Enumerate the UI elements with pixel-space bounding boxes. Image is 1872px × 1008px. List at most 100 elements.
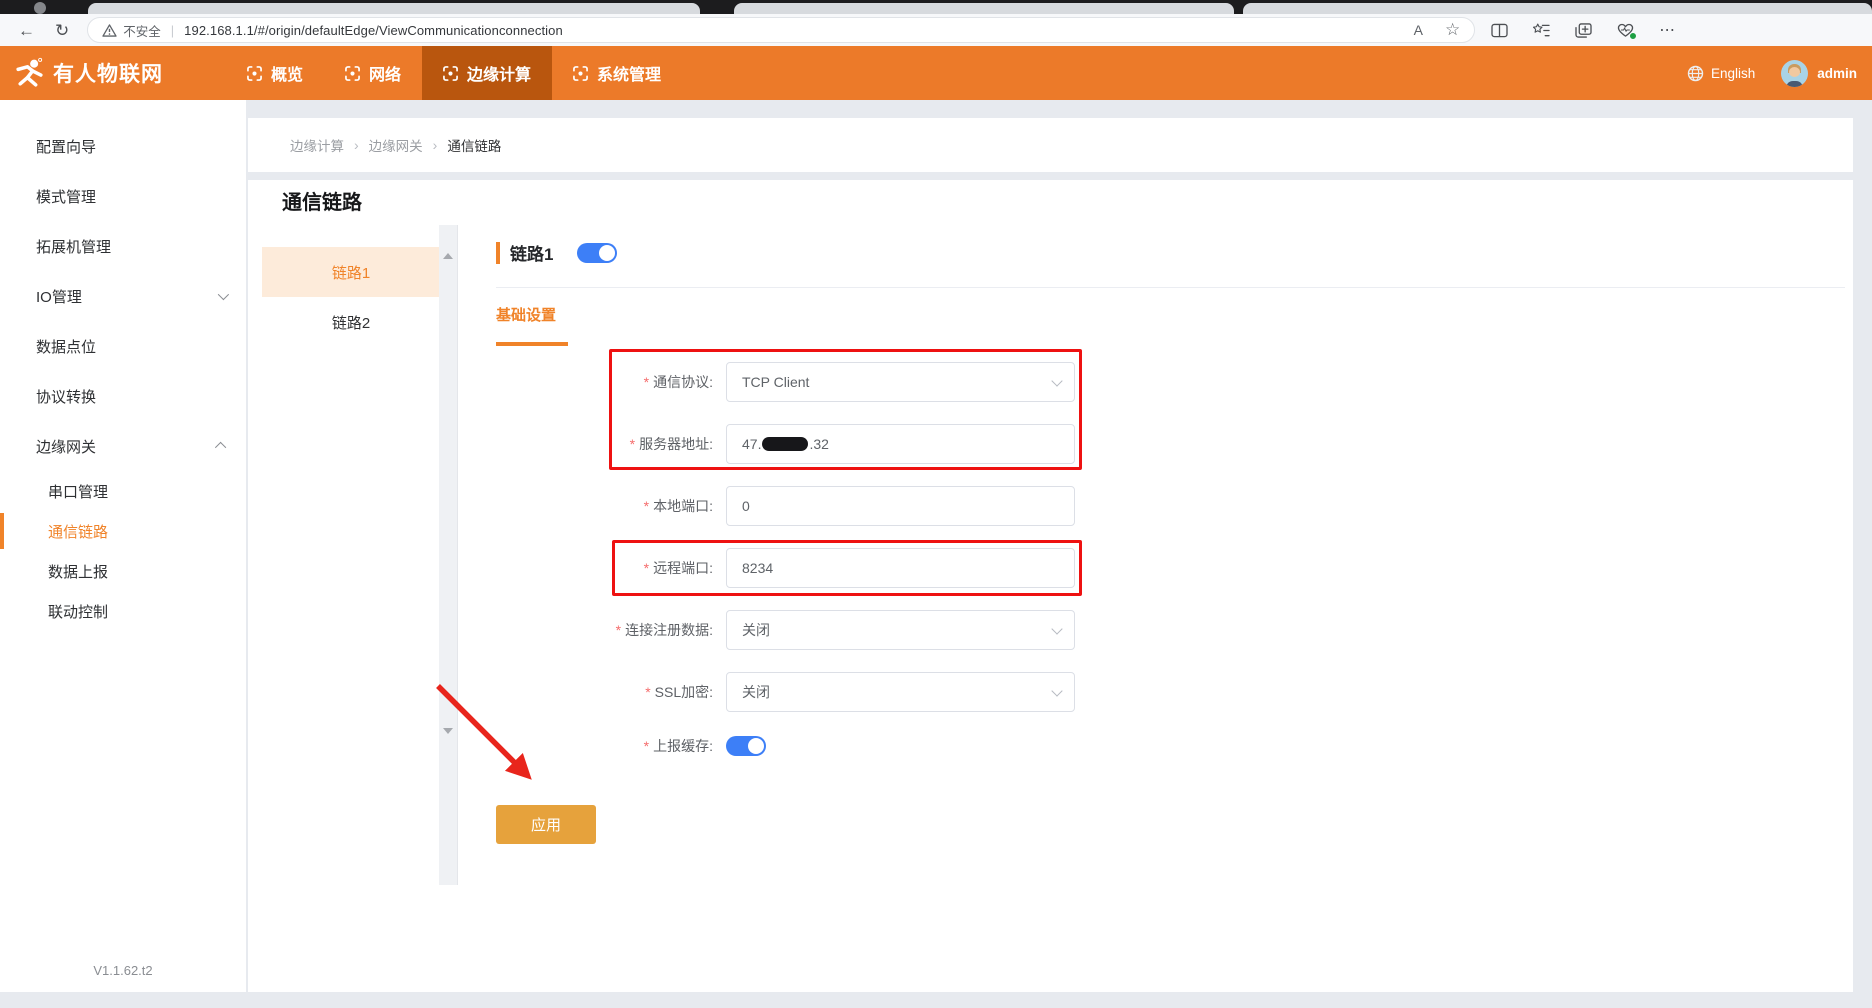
breadcrumb-item[interactable]: 边缘网关	[369, 135, 423, 155]
browser-tab[interactable]	[88, 3, 700, 14]
browser-tab[interactable]	[734, 3, 1234, 14]
required-marker: *	[644, 498, 649, 514]
apply-button[interactable]: 应用	[496, 805, 596, 844]
scroll-up-icon[interactable]	[443, 253, 453, 259]
required-marker: *	[644, 374, 649, 390]
field-label: *SSL加密:	[398, 672, 713, 712]
ssl-select[interactable]: 关闭	[726, 672, 1075, 712]
sidebar-item-label: 模式管理	[36, 186, 96, 207]
sidebar-item-label: 数据上报	[48, 561, 108, 582]
sidebar-item-config-wizard[interactable]: 配置向导	[0, 121, 246, 171]
back-icon[interactable]: ←	[18, 22, 35, 39]
tab-underline	[496, 342, 568, 346]
sidebar-item-communication-link[interactable]: 通信链路	[0, 511, 246, 551]
sidebar-item-expansion-management[interactable]: 拓展机管理	[0, 221, 246, 271]
masked-value-prefix: 47.	[742, 436, 761, 452]
list-item-label: 链路2	[332, 312, 370, 333]
nav-tab-edge-computing[interactable]: 边缘计算	[422, 46, 552, 100]
sidebar-item-label: 串口管理	[48, 481, 108, 502]
sidebar-item-label: 通信链路	[48, 521, 108, 542]
status-dot	[1629, 32, 1637, 40]
favorites-list-icon[interactable]	[1533, 23, 1550, 38]
field-label: *本地端口:	[398, 486, 713, 526]
security-label: 不安全	[123, 21, 161, 40]
list-item-link2[interactable]: 链路2	[262, 297, 440, 347]
sidebar-item-edge-gateway[interactable]: 边缘网关	[0, 421, 246, 471]
nav-tab-system[interactable]: 系统管理	[552, 46, 682, 100]
sidebar-item-data-points[interactable]: 数据点位	[0, 321, 246, 371]
language-label: English	[1711, 66, 1755, 81]
sidebar-item-mode-management[interactable]: 模式管理	[0, 171, 246, 221]
screen: ← ↻ 不安全 | 192.168.1.1/#/origin/defaultEd…	[0, 0, 1872, 1008]
tab-favicon-circle	[34, 2, 46, 14]
globe-icon	[1687, 65, 1704, 82]
breadcrumb: 边缘计算 › 边缘网关 › 通信链路	[248, 118, 1853, 172]
avatar[interactable]	[1781, 60, 1808, 87]
sidebar-item-data-report[interactable]: 数据上报	[0, 551, 246, 591]
field-row-ssl: *SSL加密: 关闭	[398, 672, 1098, 712]
field-label-text: SSL加密:	[655, 684, 713, 700]
nav-label: 系统管理	[597, 61, 661, 85]
address-bar[interactable]: 不安全 | 192.168.1.1/#/origin/defaultEdge/V…	[87, 17, 1475, 43]
input-value: 8234	[742, 560, 773, 576]
url-text[interactable]: 192.168.1.1/#/origin/defaultEdge/ViewCom…	[184, 23, 563, 38]
remote-port-input[interactable]: 8234	[726, 548, 1075, 588]
field-label-text: 本地端口:	[653, 498, 713, 514]
split-screen-icon[interactable]	[1491, 23, 1508, 38]
nav-tab-network[interactable]: 网络	[324, 46, 422, 100]
nav-label: 网络	[369, 61, 401, 85]
site-security[interactable]: 不安全	[102, 21, 161, 40]
select-value: 关闭	[742, 682, 770, 702]
breadcrumb-separator: ›	[433, 137, 438, 153]
avatar-body	[1786, 81, 1803, 87]
protocol-select[interactable]: TCP Client	[726, 362, 1075, 402]
chevron-down-icon	[1051, 685, 1062, 696]
accent-bar	[496, 242, 500, 264]
breadcrumb-item-current: 通信链路	[447, 135, 501, 155]
toggle-knob	[599, 245, 615, 261]
required-marker: *	[616, 622, 621, 638]
browser-essentials-icon[interactable]	[1617, 23, 1634, 38]
avatar-face	[1789, 67, 1800, 77]
toggle-knob	[748, 738, 764, 754]
viewfinder-icon	[573, 66, 588, 81]
sidebar-item-linkage-control[interactable]: 联动控制	[0, 591, 246, 631]
language-switcher[interactable]: English	[1687, 65, 1755, 82]
read-aloud-icon[interactable]: A	[1414, 22, 1423, 38]
report-cache-toggle[interactable]	[726, 736, 766, 756]
nav-tab-overview[interactable]: 概览	[226, 46, 324, 100]
brand[interactable]: 有人物联网	[0, 57, 212, 90]
browser-tab-strip	[0, 0, 1872, 14]
field-row-protocol: *通信协议: TCP Client	[398, 362, 1098, 402]
field-label: *连接注册数据:	[398, 610, 713, 650]
username: admin	[1817, 66, 1857, 81]
tab-basic-settings[interactable]: 基础设置	[496, 304, 556, 325]
server-address-input[interactable]: 47..32	[726, 424, 1075, 464]
sidebar-item-protocol-conversion[interactable]: 协议转换	[0, 371, 246, 421]
main-content: 通信链路 链路1 链路2 链路1 基础设置 *通信协议: TCP Client …	[248, 180, 1853, 992]
list-item-link1[interactable]: 链路1	[262, 247, 440, 297]
refresh-icon[interactable]: ↻	[55, 22, 69, 39]
field-label: *上报缓存:	[398, 736, 713, 756]
field-row-report-cache: *上报缓存:	[398, 736, 1098, 756]
url-divider: |	[171, 23, 174, 38]
sidebar-item-serial-management[interactable]: 串口管理	[0, 471, 246, 511]
registration-data-select[interactable]: 关闭	[726, 610, 1075, 650]
viewfinder-icon	[345, 66, 360, 81]
more-icon[interactable]: ⋯	[1659, 20, 1676, 40]
collections-icon[interactable]	[1575, 23, 1592, 38]
link-enable-toggle[interactable]	[577, 243, 617, 263]
local-port-input[interactable]: 0	[726, 486, 1075, 526]
breadcrumb-separator: ›	[354, 137, 359, 153]
favorite-star-icon[interactable]: ☆	[1445, 20, 1460, 40]
nav-label: 边缘计算	[467, 61, 531, 85]
select-value: 关闭	[742, 620, 770, 640]
main-nav: 概览 网络 边缘计算 系统管理	[226, 46, 682, 100]
breadcrumb-item[interactable]: 边缘计算	[290, 135, 344, 155]
redaction-mask	[762, 437, 808, 451]
scroll-down-icon[interactable]	[443, 728, 453, 734]
required-marker: *	[630, 436, 635, 452]
sidebar-item-io-management[interactable]: IO管理	[0, 271, 246, 321]
brand-name: 有人物联网	[53, 58, 163, 88]
browser-tab[interactable]	[1243, 3, 1872, 14]
